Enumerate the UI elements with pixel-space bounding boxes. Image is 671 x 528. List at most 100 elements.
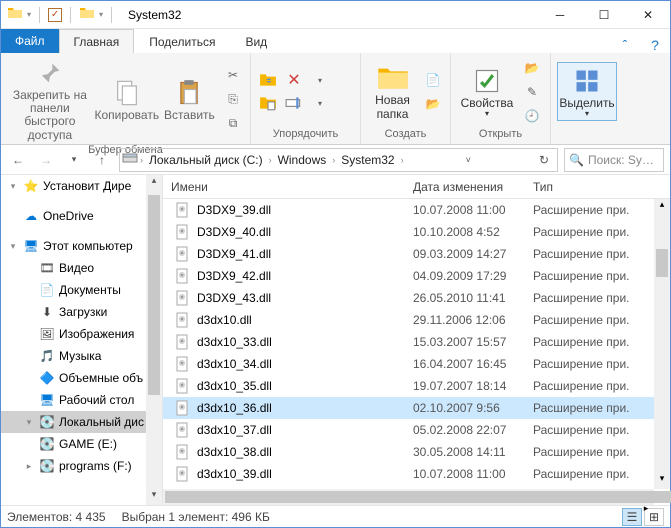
column-type[interactable]: Тип [533,180,670,194]
expand-icon[interactable]: ▾ [7,181,19,192]
breadcrumb-segment[interactable]: System32 [337,153,398,167]
expand-icon[interactable]: ▾ [7,241,19,252]
nav-item-label: Локальный дис [59,415,144,429]
select-button[interactable]: Выделить ▾ [557,62,617,122]
nav-item[interactable]: ▸💽programs (F:) [1,455,162,477]
open-icon[interactable]: 📂 [521,57,543,79]
file-row[interactable]: d3dx10.dll29.11.2006 12:06Расширение при… [163,309,670,331]
nav-item[interactable]: ▾🖥Этот компьютер [1,235,162,257]
column-date[interactable]: Дата изменения [413,180,533,194]
chevron-right-icon[interactable]: › [401,155,404,165]
properties-button[interactable]: Свойства ▾ [457,63,517,121]
chevron-right-icon[interactable]: › [269,155,272,165]
file-type: Расширение при. [533,269,670,283]
nav-item[interactable]: 🎞Видео [1,257,162,279]
history-icon[interactable]: 🕘 [521,105,543,127]
nav-item[interactable]: 🔷Объемные объ [1,367,162,389]
nav-item-label: OneDrive [43,209,94,223]
nav-item[interactable]: 🖼Изображения [1,323,162,345]
expand-icon[interactable]: ▸ [23,461,35,472]
new-item-icon[interactable]: 📄 [422,69,444,91]
maximize-button[interactable]: ☐ [582,1,626,29]
tab-file[interactable]: Файл [1,29,59,53]
paste-button[interactable]: Вставить [161,75,218,124]
edit-icon[interactable]: ✎ [521,81,543,103]
rename-icon[interactable] [283,92,305,114]
scroll-thumb[interactable] [148,195,160,395]
up-button[interactable]: ↑ [91,149,113,171]
tab-home[interactable]: Главная [59,29,135,53]
ribbon-collapse-icon[interactable]: ˆ [610,37,640,53]
minimize-button[interactable]: ─ [538,1,582,29]
file-row[interactable]: d3dx10_34.dll16.04.2007 16:45Расширение … [163,353,670,375]
chevron-right-icon[interactable]: › [140,155,143,165]
nav-item[interactable]: 🎵Музыка [1,345,162,367]
new-folder-button[interactable]: Новая папка [367,60,418,122]
copy-to-icon[interactable] [257,92,279,114]
qat-dropdown-icon[interactable]: ▾ [27,10,31,19]
delete-icon[interactable]: ✕ [283,69,305,91]
properties-icon [471,65,503,97]
chevron-right-icon[interactable]: › [332,155,335,165]
scroll-down-icon[interactable]: ▾ [146,489,162,505]
help-icon[interactable]: ? [640,37,670,53]
scroll-right-icon[interactable]: ▸ [638,503,654,514]
scroll-thumb[interactable] [165,491,671,503]
file-date: 30.05.2008 14:11 [413,445,533,459]
file-row[interactable]: d3dx10_39.dll10.07.2008 11:00Расширение … [163,463,670,485]
tab-share[interactable]: Поделиться [134,29,230,53]
nav-scrollbar[interactable]: ▴ ▾ [146,175,162,505]
forward-button[interactable]: → [35,149,57,171]
tab-view[interactable]: Вид [230,29,282,53]
breadcrumb-segment[interactable]: Windows [274,153,331,167]
paste-shortcut-icon[interactable]: ⧉ [222,112,244,134]
file-row[interactable]: d3dx10_37.dll05.02.2008 22:07Расширение … [163,419,670,441]
file-list: Имени Дата изменения Тип D3DX9_39.dll10.… [163,175,670,505]
list-hscrollbar[interactable]: ◂ ▸ [163,489,654,505]
nav-item-label: Объемные объ [59,371,143,385]
status-item-count: Элементов: 4 435 [7,510,106,524]
pin-button[interactable]: Закрепить на панели быстрого доступа [7,55,93,144]
back-button[interactable]: ← [7,149,29,171]
dropdown-icon[interactable]: ˅ [460,155,477,165]
nav-item[interactable]: 🖥Рабочий стол [1,389,162,411]
file-row[interactable]: d3dx10_36.dll02.10.2007 9:56Расширение п… [163,397,670,419]
file-row[interactable]: D3DX9_41.dll09.03.2009 14:27Расширение п… [163,243,670,265]
expand-icon[interactable]: ▾ [23,417,35,428]
search-input[interactable]: 🔍 Поиск: Sy… [564,148,664,172]
nav-item[interactable]: ⬇Загрузки [1,301,162,323]
address-bar[interactable]: › Локальный диск (C:) › Windows › System… [119,148,558,172]
scroll-down-icon[interactable]: ▾ [654,473,670,489]
file-row[interactable]: D3DX9_42.dll04.09.2009 17:29Расширение п… [163,265,670,287]
file-row[interactable]: d3dx10_33.dll15.03.2007 15:57Расширение … [163,331,670,353]
scroll-thumb[interactable] [656,249,668,277]
scroll-up-icon[interactable]: ▴ [654,199,670,215]
qat-dropdown-icon[interactable]: ▾ [99,10,103,19]
qat-checkbox[interactable]: ✓ [48,8,62,22]
copy-button[interactable]: Копировать [97,75,157,124]
breadcrumb-segment[interactable]: Локальный диск (C:) [145,153,267,167]
column-name[interactable]: Имени [163,180,413,194]
file-row[interactable]: D3DX9_40.dll10.10.2008 4:52Расширение пр… [163,221,670,243]
easy-access-icon[interactable]: 📂 [422,93,444,115]
file-name: d3dx10.dll [197,313,252,327]
refresh-icon[interactable]: ↻ [533,153,555,167]
dropdown-icon[interactable]: ▾ [309,92,331,114]
list-vscrollbar[interactable]: ▴ ▾ [654,199,670,489]
move-to-icon[interactable] [257,69,279,91]
nav-item[interactable]: ☁OneDrive [1,205,162,227]
close-button[interactable]: ✕ [626,1,670,29]
copy-path-icon[interactable]: ⎘ [222,88,244,110]
file-row[interactable]: D3DX9_39.dll10.07.2008 11:00Расширение п… [163,199,670,221]
scroll-up-icon[interactable]: ▴ [146,175,162,191]
nav-item[interactable]: 💽GAME (E:) [1,433,162,455]
nav-item[interactable]: ▾⭐Установит Дире [1,175,162,197]
file-row[interactable]: d3dx10_35.dll19.07.2007 18:14Расширение … [163,375,670,397]
dropdown-icon[interactable]: ▾ [309,69,331,91]
recent-dropdown-icon[interactable]: ▾ [63,149,85,171]
file-row[interactable]: d3dx10_38.dll30.05.2008 14:11Расширение … [163,441,670,463]
file-row[interactable]: D3DX9_43.dll26.05.2010 11:41Расширение п… [163,287,670,309]
nav-item[interactable]: 📄Документы [1,279,162,301]
cut-icon[interactable]: ✂ [222,64,244,86]
nav-item[interactable]: ▾💽Локальный дис [1,411,162,433]
